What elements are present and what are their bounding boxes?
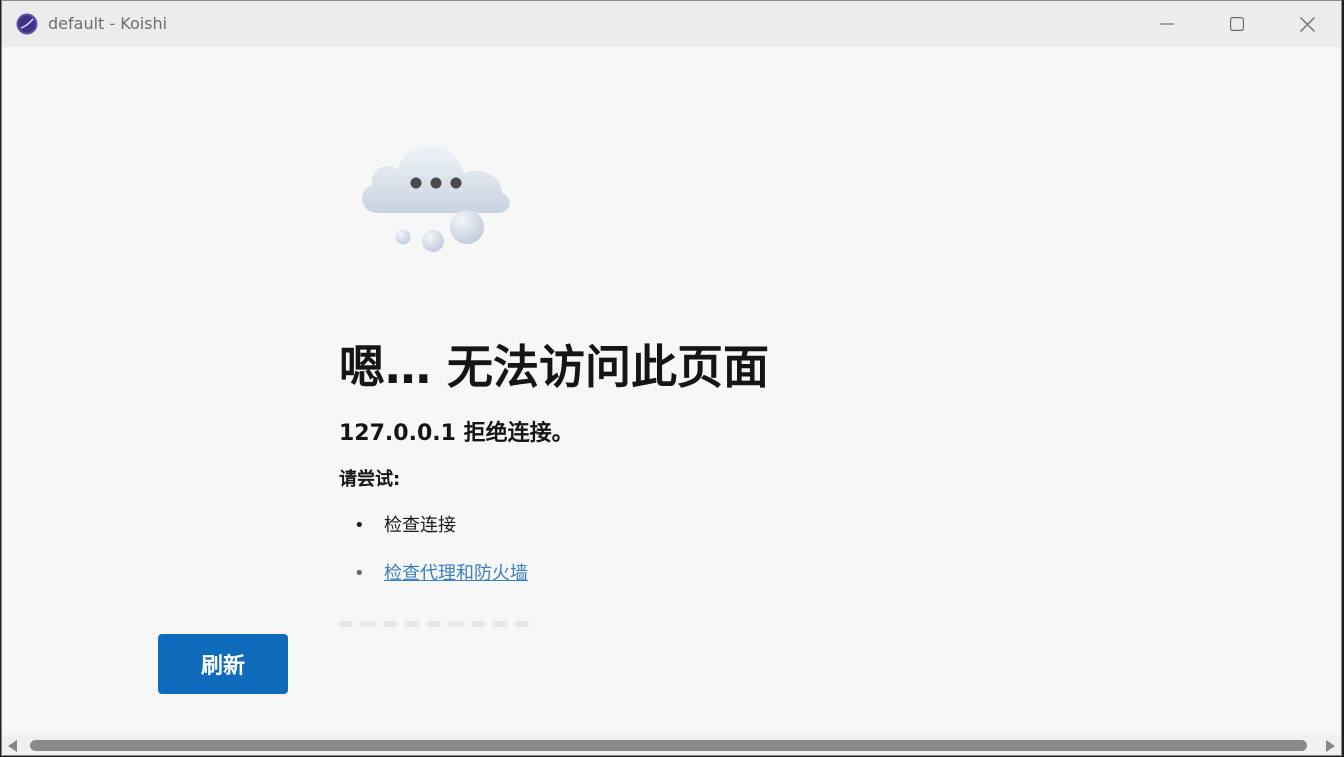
error-message: 127.0.0.1 拒绝连接。 [339, 421, 574, 446]
bullet: • [354, 515, 365, 536]
cloud-thinking-icon [361, 145, 510, 252]
page-content: 嗯… 无法访问此页面 127.0.0.1 拒绝连接。 请尝试: • 检查连接 •… [2, 47, 1341, 735]
suggestion-list: • 检查连接 • 检查代理和防火墙 [339, 509, 528, 605]
scroll-right-icon[interactable] [1326, 740, 1335, 752]
suggestion-item-check-connection: • 检查连接 [339, 509, 528, 557]
try-label: 请尝试: [339, 469, 401, 490]
minimize-icon [1160, 23, 1174, 25]
check-proxy-firewall-link[interactable]: 检查代理和防火墙 [384, 563, 528, 584]
page-title: 嗯… 无法访问此页面 [339, 340, 770, 394]
suggestion-text: 检查连接 [384, 515, 456, 536]
app-window: default - Koishi 嗯… 无法访问此页面 127.0.0.1 拒绝… [1, 0, 1342, 756]
minimize-button[interactable] [1144, 1, 1190, 47]
maximize-icon [1230, 17, 1244, 31]
koishi-moon-icon [16, 13, 38, 35]
window-title: default - Koishi [48, 14, 168, 33]
refresh-button[interactable]: 刷新 [158, 634, 288, 694]
faded-text-overflow [339, 621, 534, 627]
title-bar[interactable]: default - Koishi [2, 1, 1341, 47]
scrollbar-thumb[interactable] [30, 740, 1307, 751]
close-button[interactable] [1284, 1, 1330, 47]
maximize-button[interactable] [1214, 1, 1260, 47]
suggestion-item-check-proxy-firewall: • 检查代理和防火墙 [339, 557, 528, 605]
bullet: • [354, 563, 365, 584]
close-icon [1299, 16, 1315, 32]
horizontal-scrollbar[interactable] [2, 735, 1341, 755]
scroll-left-icon[interactable] [8, 740, 17, 752]
